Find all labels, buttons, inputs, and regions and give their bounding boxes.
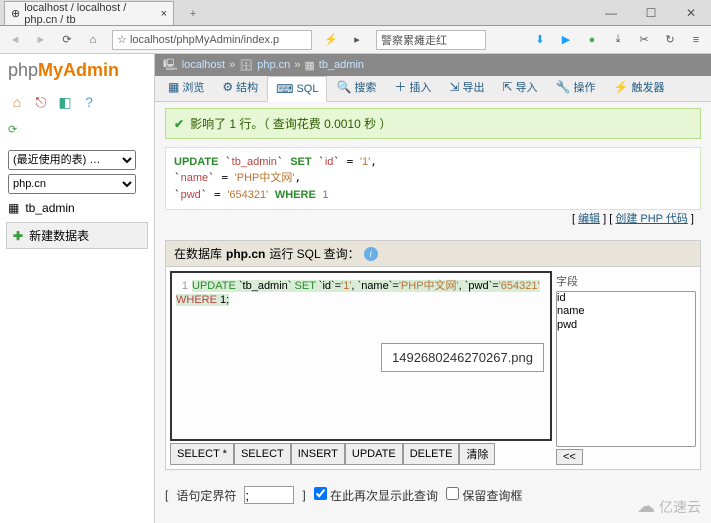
new-tab-button[interactable]: +: [180, 3, 206, 25]
tab-insert[interactable]: ＋插入: [385, 72, 440, 101]
globe-icon: ⊕: [11, 7, 20, 20]
keep-query-checkbox[interactable]: 保留查询框: [446, 487, 522, 504]
cloud-icon: ☁: [637, 496, 655, 517]
phpmyadmin-logo: phpMyAdmin: [2, 56, 152, 89]
chat-icon[interactable]: ●: [581, 29, 603, 51]
info-icon[interactable]: i: [364, 247, 378, 261]
browser-tab[interactable]: ⊕ localhost / localhost / php.cn / tb ×: [4, 1, 174, 25]
window-maximize-button[interactable]: ☐: [631, 1, 671, 25]
clear-button[interactable]: 清除: [459, 443, 495, 465]
delete-button[interactable]: DELETE: [403, 443, 460, 465]
overlay-filename: 1492680246270267.png: [381, 343, 544, 372]
insert-button[interactable]: INSERT: [291, 443, 345, 465]
reload-button[interactable]: ⟳: [56, 29, 78, 51]
window-minimize-button[interactable]: —: [591, 1, 631, 25]
check-icon: ✔: [174, 117, 184, 131]
sql-query-icon[interactable]: ◧: [56, 93, 74, 111]
query-panel-head: 在数据库 php.cn 运行 SQL 查询： i: [166, 241, 700, 267]
watermark: ☁ 亿速云: [637, 496, 701, 517]
reload-nav-icon[interactable]: ⟳: [8, 124, 17, 136]
sql-editor[interactable]: 1UPDATE `tb_admin` SET `id`='1', `name`=…: [170, 271, 552, 441]
address-bar[interactable]: ☆ localhost/phpMyAdmin/index.p: [112, 30, 312, 50]
menu-icon[interactable]: ≡: [685, 29, 707, 51]
close-icon[interactable]: ×: [161, 8, 167, 20]
server-icon: 🖳: [163, 56, 178, 75]
database-select[interactable]: php.cn: [8, 174, 136, 194]
edit-link[interactable]: 编辑: [578, 213, 600, 225]
search-box[interactable]: 警察累瘫走红: [376, 30, 486, 50]
home-icon[interactable]: ⌂: [8, 93, 26, 111]
plus-icon: ✚: [13, 229, 23, 243]
show-again-checkbox[interactable]: 在此再次显示此查询: [314, 487, 438, 504]
tab-title: localhost / localhost / php.cn / tb: [24, 2, 156, 26]
columns-list[interactable]: idnamepwd: [556, 291, 696, 447]
crumb-database[interactable]: php.cn: [257, 59, 290, 71]
save-icon[interactable]: ⤓: [607, 29, 629, 51]
window-close-button[interactable]: ✕: [671, 1, 711, 25]
crumb-server[interactable]: localhost: [182, 59, 225, 71]
help-icon[interactable]: ?: [80, 93, 98, 111]
browser-titlebar: ⊕ localhost / localhost / php.cn / tb × …: [0, 0, 711, 26]
tab-structure[interactable]: ⚙结构: [213, 73, 267, 101]
logout-icon[interactable]: ⎋: [32, 93, 50, 111]
create-php-link[interactable]: 创建 PHP 代码: [615, 213, 688, 225]
update-button[interactable]: UPDATE: [345, 443, 403, 465]
play-icon[interactable]: ▶: [555, 29, 577, 51]
table-icon: ▦: [8, 201, 19, 215]
recent-tables-select[interactable]: (最近使用的表) …: [8, 150, 136, 170]
executed-sql: UPDATE `tb_admin` SET `id` = '1', `name`…: [165, 147, 701, 210]
caret-icon[interactable]: ▸: [346, 29, 368, 51]
tab-bar: ▦浏览 ⚙结构 ⌨SQL 🔍搜索 ＋插入 ⇲导出 ⇱导入 🔧操作 ⚡触发器: [155, 76, 711, 102]
database-icon: 🗄: [239, 59, 253, 72]
columns-label: 字段: [556, 271, 696, 291]
tab-operations[interactable]: 🔧操作: [547, 73, 605, 101]
tab-browse[interactable]: ▦浏览: [159, 73, 213, 101]
table-icon: ▦: [304, 59, 314, 72]
lightning-icon[interactable]: ⚡: [320, 29, 342, 51]
back-button[interactable]: ◄: [4, 29, 26, 51]
cut-icon[interactable]: ✂: [633, 29, 655, 51]
tab-import[interactable]: ⇱导入: [493, 73, 546, 101]
query-panel: 在数据库 php.cn 运行 SQL 查询： i 1UPDATE `tb_adm…: [165, 240, 701, 470]
insert-column-button[interactable]: <<: [556, 449, 583, 465]
home-button[interactable]: ⌂: [82, 29, 104, 51]
select-button[interactable]: SELECT: [234, 443, 291, 465]
tab-triggers[interactable]: ⚡触发器: [605, 73, 674, 101]
new-table-button[interactable]: ✚ 新建数据表: [6, 222, 148, 249]
forward-button[interactable]: ►: [30, 29, 52, 51]
sidebar-table-item[interactable]: ▦ tb_admin: [2, 198, 152, 218]
select-star-button[interactable]: SELECT *: [170, 443, 234, 465]
tab-search[interactable]: 🔍搜索: [327, 73, 385, 101]
success-message: ✔ 影响了 1 行。（ 查询花费 0.0010 秒 ）: [165, 108, 701, 139]
restore-icon[interactable]: ↻: [659, 29, 681, 51]
query-options: [ 语句定界符 ] 在此再次显示此查询 保留查询框: [165, 486, 701, 504]
delimiter-input[interactable]: [244, 486, 294, 504]
download-icon[interactable]: ⬇: [529, 29, 551, 51]
sidebar: phpMyAdmin ⌂ ⎋ ◧ ? ⟳ (最近使用的表) … php.cn ▦…: [0, 54, 155, 523]
crumb-table[interactable]: tb_admin: [319, 59, 364, 71]
bookmark-icon[interactable]: ☆: [117, 33, 127, 46]
browser-navbar: ◄ ► ⟳ ⌂ ☆ localhost/phpMyAdmin/index.p ⚡…: [0, 26, 711, 54]
tab-export[interactable]: ⇲导出: [440, 73, 493, 101]
tab-sql[interactable]: ⌨SQL: [267, 76, 327, 102]
